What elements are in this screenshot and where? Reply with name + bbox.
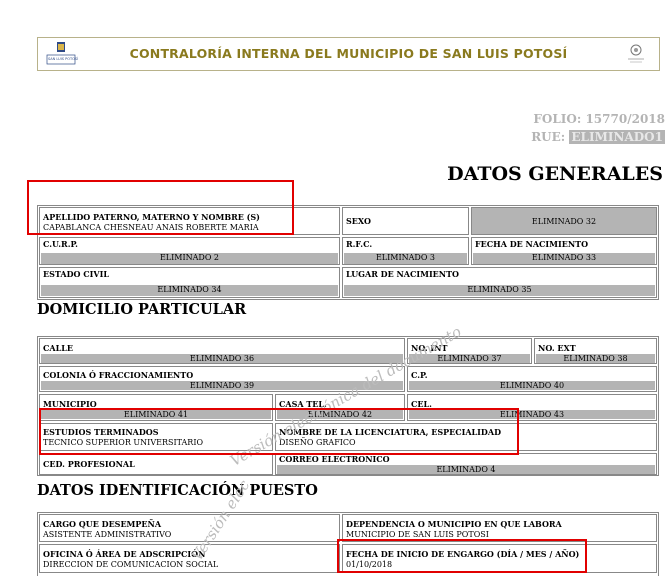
contraloria-seal-icon [623,41,649,67]
apellido-label: APELLIDO PATERNO, MATERNO Y NOMBRE (S) [43,212,260,222]
estado-civil-label: ESTADO CIVIL [43,269,109,279]
lugar-nacimiento-cell: LUGAR DE NACIMIENTO ELIMINADO 35 [342,267,657,298]
curp-value: ELIMINADO 2 [41,253,338,264]
lugar-nacimiento-label: LUGAR DE NACIMIENTO [346,269,460,279]
cp-value: ELIMINADO 40 [409,381,655,390]
apellido-value: CAPABLANCA CHESNEAU ANAIS ROBERTE MARIA [43,223,259,232]
rfc-label: R.F.C. [346,239,373,249]
oficina-value: DIRECCION DE COMUNICACION SOCIAL [43,560,219,569]
rue-value: ELIMINADO1 [569,130,665,144]
nacimiento-label: FECHA DE NACIMIENTO [475,239,589,249]
cel-value: ELIMINADO 43 [409,410,655,419]
sexo-label: SEXO [346,216,371,226]
dependencia-cell: DEPENDENCIA O MUNICIPIO EN QUE LABORA MU… [342,514,657,542]
datos-generales-table: APELLIDO PATERNO, MATERNO Y NOMBRE (S) C… [37,205,659,300]
licenciatura-cell: NOMBRE DE LA LICENCIATURA, ESPECIALIDAD … [275,423,657,451]
noext-cell: NO. EXT ELIMINADO 38 [534,338,657,364]
cel-cell: CEL. ELIMINADO 43 [407,394,657,421]
cargo-value: ASISTENTE ADMINISTRATIVO [43,530,172,539]
sexo-value: ELIMINADO 32 [531,217,597,226]
municipio-cell: MUNICIPIO ELIMINADO 41 [39,394,273,421]
correo-label: CORREO ELECTRONICO [279,454,390,464]
domicilio-heading: DOMICILIO PARTICULAR [37,301,247,318]
rfc-value: ELIMINADO 3 [344,253,467,264]
header-banner: SAN LUIS POTOSÍ CONTRALORÍA INTERNA DEL … [37,37,660,71]
calle-value: ELIMINADO 36 [41,354,403,363]
dependencia-value: MUNICIPIO DE SAN LUIS POTOSI [346,530,489,539]
cargo-label: CARGO QUE DESEMPEÑA [43,519,162,529]
datos-generales-heading: DATOS GENERALES [447,163,663,185]
licenciatura-label: NOMBRE DE LA LICENCIATURA, ESPECIALIDAD [279,427,501,437]
fecha-inicio-label: FECHA DE INICIO DE ENGARGO (DÍA / MES / … [346,549,580,559]
cargo-cell: CARGO QUE DESEMPEÑA ASISTENTE ADMINISTRA… [39,514,340,542]
licenciatura-value: DISEÑO GRAFICO [279,438,356,447]
noext-value: ELIMINADO 38 [536,354,655,363]
noext-label: NO. EXT [538,343,576,353]
cp-label: C.P. [411,370,428,380]
estado-civil-cell: ESTADO CIVIL ELIMINADO 34 [39,267,340,298]
sexo-cell: SEXO [342,207,469,235]
estado-civil-value: ELIMINADO 34 [41,285,338,296]
domicilio-table: CALLE ELIMINADO 36 NO. INT ELIMINADO 37 … [37,336,659,476]
rue-line: RUE: ELIMINADO1 [531,128,665,146]
nacimiento-value: ELIMINADO 33 [473,253,655,264]
correo-value: ELIMINADO 4 [277,465,655,474]
municipio-value: ELIMINADO 41 [41,410,271,419]
estudios-label: ESTUDIOS TERMINADOS [43,427,159,437]
rfc-cell: R.F.C. ELIMINADO 3 [342,237,469,265]
folio-block: FOLIO: 15770/2018 RUE: ELIMINADO1 [531,110,665,146]
correo-cell: CORREO ELECTRONICO ELIMINADO 4 [275,453,657,475]
cp-cell: C.P. ELIMINADO 40 [407,366,657,392]
fecha-inicio-cell: FECHA DE INICIO DE ENGARGO (DÍA / MES / … [342,544,657,573]
curp-cell: C.U.R.P. ELIMINADO 2 [39,237,340,265]
sexo-value-cell: ELIMINADO 32 [471,207,657,235]
calle-label: CALLE [43,343,73,353]
apellido-cell: APELLIDO PATERNO, MATERNO Y NOMBRE (S) C… [39,207,340,235]
page-title: CONTRALORÍA INTERNA DEL MUNICIPIO DE SAN… [129,46,568,61]
estudios-value: TECNICO SUPERIOR UNIVERSITARIO [43,438,204,447]
folio-number: FOLIO: 15770/2018 [533,112,665,126]
puesto-table: CARGO QUE DESEMPEÑA ASISTENTE ADMINISTRA… [37,512,659,576]
cel-label: CEL. [411,399,432,409]
colonia-label: COLONIA Ó FRACCIONAMIENTO [43,370,194,380]
curp-label: C.U.R.P. [43,239,78,249]
fecha-inicio-value: 01/10/2018 [346,560,393,569]
calle-cell: CALLE ELIMINADO 36 [39,338,405,364]
municipio-label: MUNICIPIO [43,399,97,409]
nacimiento-cell: FECHA DE NACIMIENTO ELIMINADO 33 [471,237,657,265]
oficina-cell: OFICINA Ó ÁREA DE ADSCRIPCIÓN DIRECCION … [39,544,340,573]
dependencia-label: DEPENDENCIA O MUNICIPIO EN QUE LABORA [346,519,562,529]
puesto-heading: DATOS IDENTIFICACIÓN PUESTO [37,482,318,499]
rue-label: RUE: [531,130,566,144]
lugar-nacimiento-value: ELIMINADO 35 [344,285,655,296]
